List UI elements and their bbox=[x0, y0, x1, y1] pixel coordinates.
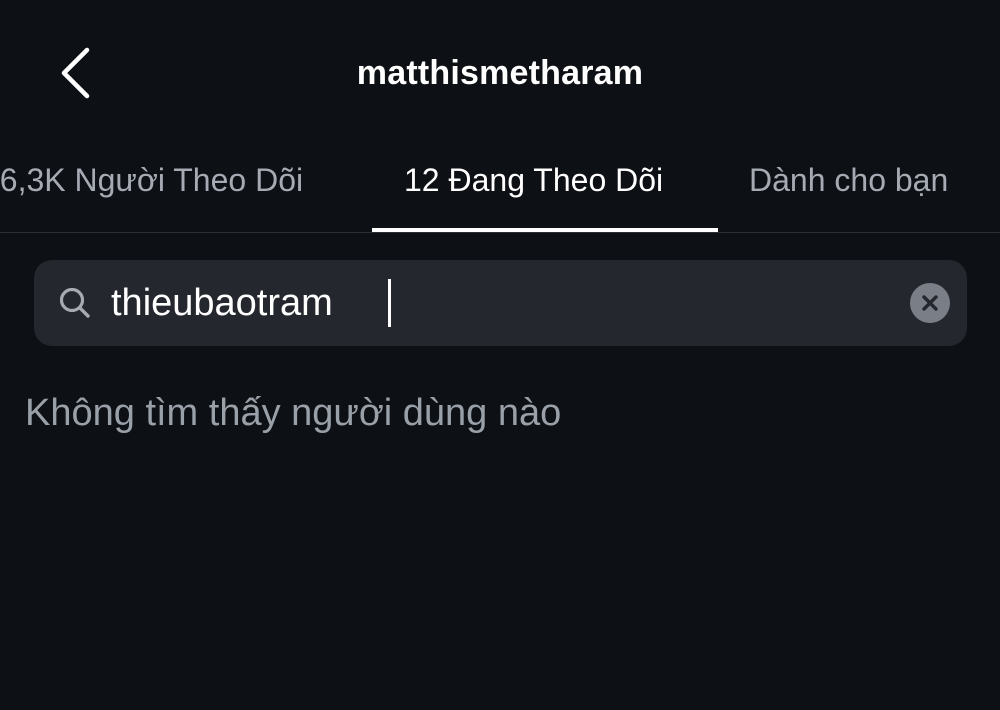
empty-results-message: Không tìm thấy người dùng nào bbox=[25, 392, 562, 434]
active-tab-indicator bbox=[372, 228, 718, 232]
search-icon bbox=[59, 287, 90, 318]
clear-search-button[interactable] bbox=[910, 283, 950, 323]
search-bar bbox=[34, 260, 967, 346]
search-input[interactable] bbox=[111, 278, 891, 328]
tab-bar: 36,3K Người Theo Dõi 12 Đang Theo Dõi Dà… bbox=[0, 140, 1000, 233]
tab-for-you[interactable]: Dành cho bạn bbox=[749, 162, 948, 199]
tab-followers[interactable]: 36,3K Người Theo Dõi bbox=[0, 162, 303, 199]
text-cursor bbox=[388, 279, 391, 327]
following-screen: matthismetharam 36,3K Người Theo Dõi 12 … bbox=[0, 0, 1000, 710]
tab-following[interactable]: 12 Đang Theo Dõi bbox=[404, 162, 663, 199]
header: matthismetharam bbox=[0, 0, 1000, 140]
clear-icon bbox=[922, 295, 938, 311]
page-title: matthismetharam bbox=[356, 54, 644, 92]
